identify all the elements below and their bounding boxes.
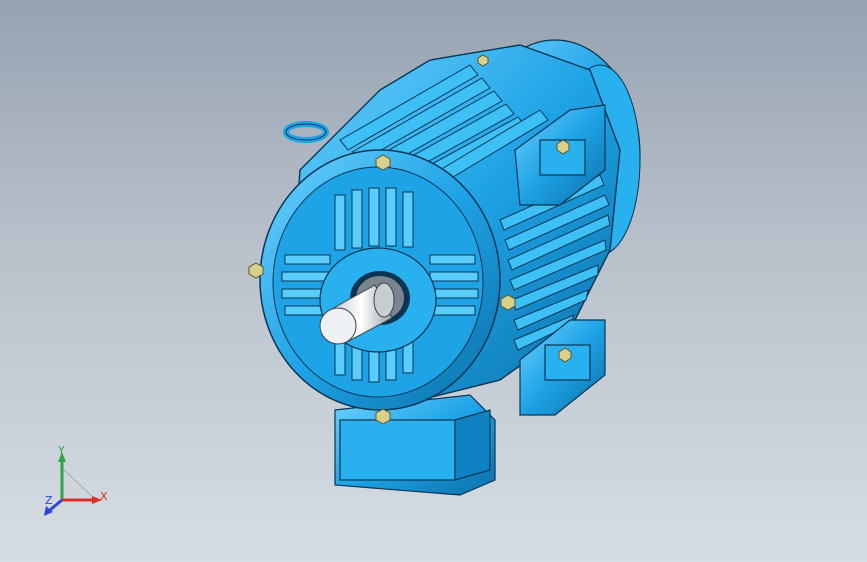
graphics-viewport[interactable]: Y X Z bbox=[0, 0, 867, 562]
x-axis-label: X bbox=[100, 490, 108, 503]
y-axis-label: Y bbox=[58, 444, 65, 457]
z-axis-label: Z bbox=[45, 494, 53, 507]
terminal-box bbox=[334, 394, 496, 496]
motor-3d-model[interactable] bbox=[0, 0, 867, 562]
